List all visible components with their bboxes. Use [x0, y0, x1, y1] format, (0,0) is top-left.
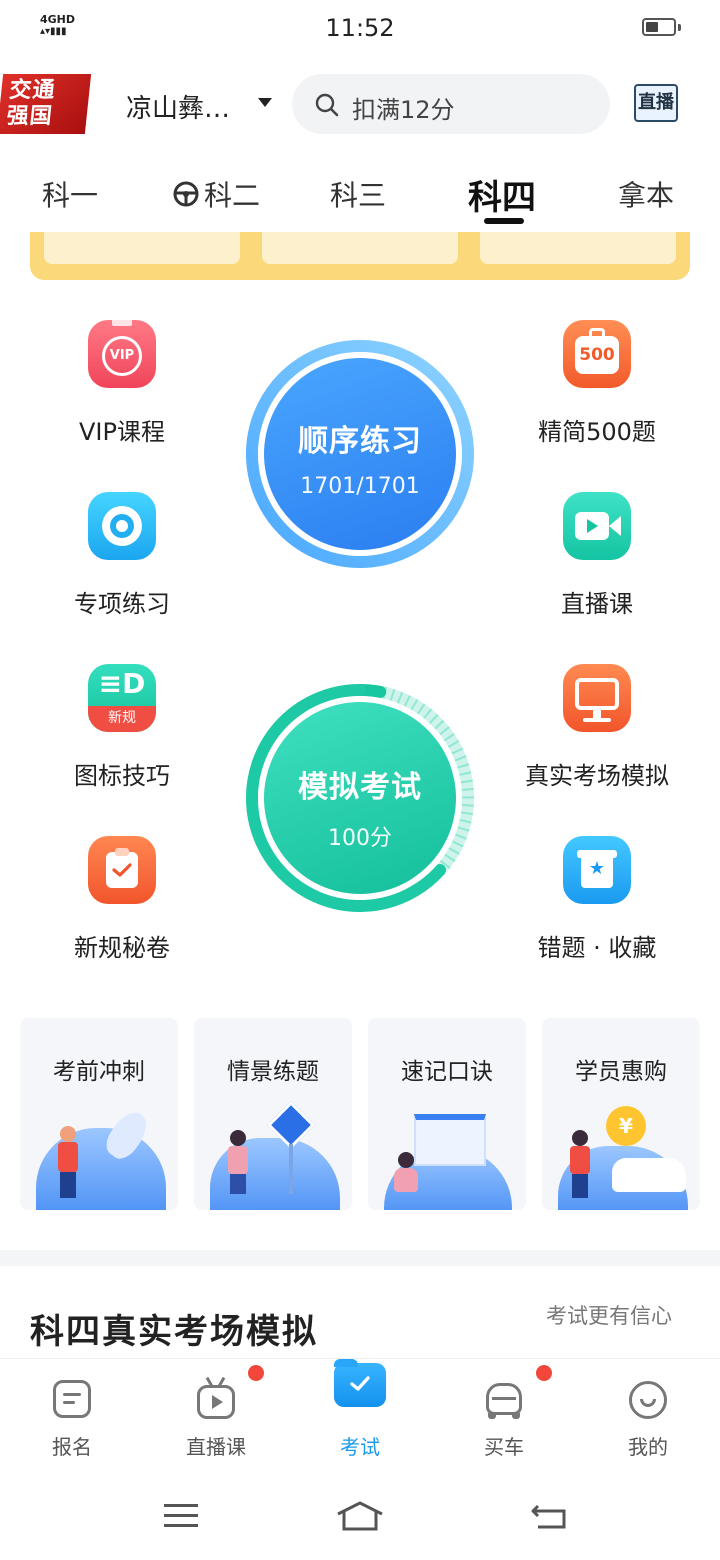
- search-bar[interactable]: 扣满12分: [292, 74, 610, 134]
- car-icon: [484, 1365, 552, 1419]
- tv-icon: [196, 1365, 264, 1419]
- feature-label: 图标技巧: [74, 762, 170, 790]
- section-title: 科四真实考场模拟: [30, 1312, 318, 1352]
- status-bar: 4GHD ▴▾▮▮▮ 11:52: [0, 0, 720, 56]
- 500-icon: 500: [563, 320, 631, 388]
- feature-label: 真实考场模拟: [525, 762, 669, 790]
- menu-icon[interactable]: [164, 1504, 198, 1527]
- battery-icon: [642, 18, 681, 36]
- bottom-nav: 报名 直播课 考试 买车 我的: [0, 1358, 720, 1466]
- steering-wheel-icon: [173, 181, 199, 207]
- bookmark-star-icon: ★: [563, 836, 631, 904]
- exam-score: 100分: [328, 826, 392, 851]
- feature-real-exam-sim[interactable]: 真实考场模拟: [497, 664, 697, 791]
- feature-label: 专项练习: [74, 590, 170, 618]
- search-placeholder: 扣满12分: [352, 96, 455, 124]
- nav-label: 我的: [628, 1435, 668, 1459]
- card-mnemonics[interactable]: 速记口诀: [368, 1018, 526, 1210]
- video-icon: [563, 492, 631, 560]
- card-title: 学员惠购: [575, 1059, 667, 1085]
- nav-item-live[interactable]: 直播课: [166, 1365, 266, 1460]
- profile-smile-icon: [628, 1379, 668, 1419]
- tab-nabenben[interactable]: 拿本: [618, 174, 674, 214]
- nav-label: 买车: [484, 1435, 524, 1459]
- tab-ke3[interactable]: 科三: [330, 174, 386, 214]
- nav-label: 考试: [340, 1435, 380, 1459]
- clock: 11:52: [325, 14, 395, 42]
- back-icon[interactable]: [530, 1502, 568, 1530]
- nav-label: 报名: [52, 1435, 92, 1459]
- tab-ke2[interactable]: 科二: [204, 174, 260, 214]
- feature-label: VIP课程: [79, 418, 165, 446]
- live-button[interactable]: 直播: [634, 84, 678, 122]
- form-icon: [52, 1379, 92, 1419]
- exam-folder-icon: [334, 1359, 386, 1419]
- nav-item-signup[interactable]: 报名: [22, 1379, 122, 1460]
- feature-new-rules-paper[interactable]: 新规秘卷: [22, 836, 222, 963]
- card-pre-exam-sprint[interactable]: 考前冲刺: [20, 1018, 178, 1210]
- caret-down-icon[interactable]: [258, 98, 272, 107]
- feature-vip-course[interactable]: VIP VIP课程: [22, 316, 222, 447]
- card-title: 速记口诀: [401, 1059, 493, 1085]
- search-icon: [315, 93, 339, 117]
- promo-banner[interactable]: [30, 232, 690, 280]
- app-logo: 交通 强国: [0, 74, 92, 134]
- mock-exam-button[interactable]: 模拟考试 100分: [264, 702, 456, 894]
- sequential-practice-button[interactable]: 顺序练习 1701/1701: [264, 358, 456, 550]
- target-icon: [88, 492, 156, 560]
- nav-item-buy-car[interactable]: 买车: [454, 1365, 554, 1460]
- home-icon[interactable]: [336, 1500, 384, 1532]
- feature-wrong-and-favorites[interactable]: ★ 错题 · 收藏: [497, 836, 697, 963]
- feature-live-class[interactable]: 直播课: [497, 492, 697, 619]
- feature-sign-tips[interactable]: ≡D 新规 图标技巧: [22, 664, 222, 791]
- card-title: 情景练题: [227, 1059, 319, 1085]
- exam-title: 模拟考试: [298, 770, 422, 805]
- feature-label: 错题 · 收藏: [537, 934, 657, 962]
- rocket-illustration: [36, 1128, 166, 1210]
- card-scenario-practice[interactable]: 情景练题: [194, 1018, 352, 1210]
- notification-dot: [536, 1365, 552, 1381]
- feature-special-practice[interactable]: 专项练习: [22, 492, 222, 619]
- nav-item-exam[interactable]: 考试: [310, 1359, 410, 1460]
- practice-title: 顺序练习: [298, 424, 422, 459]
- sign-icon: ≡D 新规: [88, 664, 156, 732]
- practice-progress: 1701/1701: [300, 474, 420, 499]
- active-tab-indicator: [484, 218, 524, 224]
- car-illustration: [612, 1158, 686, 1192]
- section-subtitle[interactable]: 考试更有信心: [546, 1300, 672, 1330]
- yen-coin-icon: ¥: [606, 1106, 646, 1146]
- feature-label: 直播课: [561, 590, 633, 618]
- tab-ke1[interactable]: 科一: [42, 174, 98, 214]
- card-student-deals[interactable]: 学员惠购 ¥: [542, 1018, 700, 1210]
- tab-ke4[interactable]: 科四: [468, 170, 536, 219]
- board-illustration: [414, 1114, 486, 1166]
- feature-500-questions[interactable]: 500 精简500题: [497, 320, 697, 447]
- city-selector[interactable]: 凉山彝…: [126, 88, 230, 125]
- system-nav-bar: [0, 1466, 720, 1560]
- clipboard-check-icon: [88, 836, 156, 904]
- nav-label: 直播课: [186, 1435, 246, 1459]
- card-title: 考前冲刺: [53, 1059, 145, 1085]
- vip-icon: VIP: [88, 316, 156, 388]
- section-divider: [0, 1250, 720, 1266]
- feature-label: 新规秘卷: [74, 934, 170, 962]
- feature-label: 精简500题: [538, 418, 656, 446]
- notification-dot: [248, 1365, 264, 1381]
- nav-item-profile[interactable]: 我的: [598, 1379, 698, 1460]
- monitor-icon: [563, 664, 631, 732]
